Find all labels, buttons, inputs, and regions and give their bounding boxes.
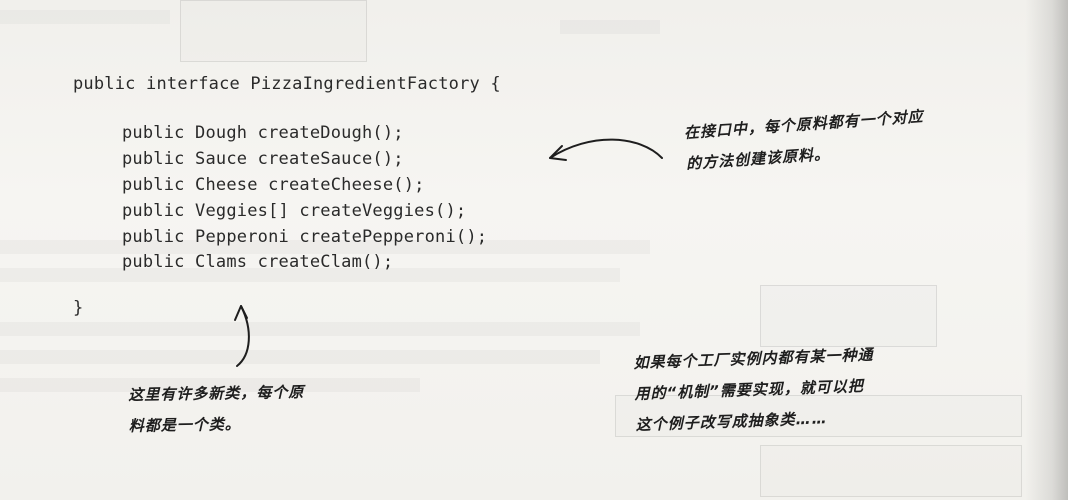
method-create-clam: public Clams createClam(); bbox=[122, 252, 394, 272]
bleed-through-box bbox=[760, 285, 937, 347]
annotation-methods-note: 在接口中，每个原料都有一个对应 的方法创建该原料。 bbox=[683, 101, 927, 180]
annotation-line: 这里有许多新类，每个原 bbox=[128, 382, 305, 404]
bleed-through-line bbox=[0, 322, 640, 336]
curved-arrow-left-icon bbox=[549, 138, 663, 161]
annotation-classes-note: 这里有许多新类，每个原 料都是一个类。 bbox=[128, 377, 305, 442]
method-create-cheese: public Cheese createCheese(); bbox=[122, 175, 425, 195]
method-create-pepperoni: public Pepperoni createPepperoni(); bbox=[122, 227, 488, 247]
bleed-through-line bbox=[0, 10, 170, 24]
bleed-through-line bbox=[560, 20, 660, 34]
bleed-through-box bbox=[760, 445, 1022, 497]
annotation-abstract-class-note: 如果每个工厂实例内都有某一种通 用的“机制”需要实现，就可以把 这个例子改写成抽… bbox=[633, 340, 876, 441]
annotation-line: 料都是一个类。 bbox=[128, 415, 241, 435]
book-page: public interface PizzaIngredientFactory … bbox=[0, 0, 1068, 500]
bleed-through-box bbox=[180, 0, 367, 62]
interface-declaration: public interface PizzaIngredientFactory … bbox=[73, 74, 501, 94]
bleed-through-line bbox=[0, 350, 600, 364]
method-create-veggies: public Veggies[] createVeggies(); bbox=[122, 201, 467, 221]
method-create-sauce: public Sauce createSauce(); bbox=[122, 149, 404, 169]
closing-brace: } bbox=[73, 298, 84, 318]
method-create-dough: public Dough createDough(); bbox=[122, 123, 404, 143]
curved-arrow-up-icon bbox=[234, 305, 250, 367]
